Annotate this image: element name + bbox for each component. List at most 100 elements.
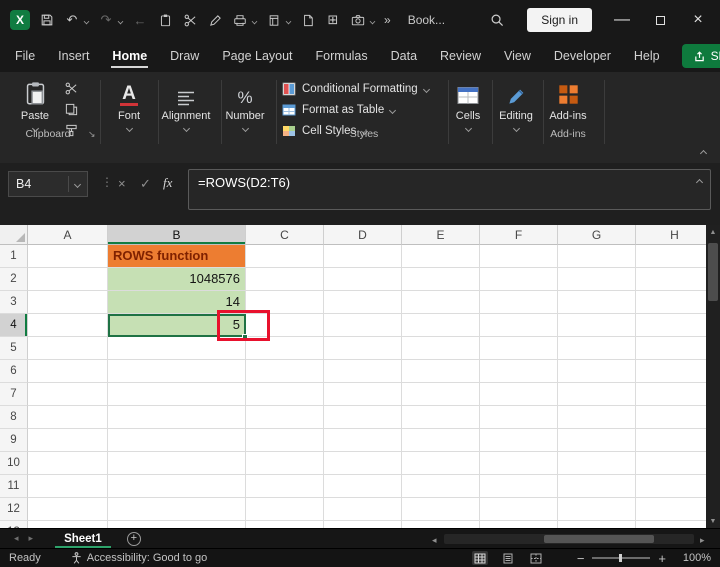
cell-G12[interactable]	[558, 498, 636, 521]
row-header-4[interactable]: 4	[0, 314, 28, 337]
cell-A11[interactable]	[28, 475, 108, 498]
column-header-C[interactable]: C	[246, 225, 324, 245]
zoom-level[interactable]: 100%	[679, 552, 711, 564]
cancel-entry-icon[interactable]: ×	[118, 176, 126, 191]
menu-tab-file[interactable]: File	[14, 42, 36, 70]
cell-F3[interactable]	[480, 291, 558, 314]
cell-G13[interactable]	[558, 521, 636, 528]
cell-F12[interactable]	[480, 498, 558, 521]
page-layout-view-icon[interactable]	[500, 551, 516, 565]
cell-F13[interactable]	[480, 521, 558, 528]
cell-C9[interactable]	[246, 429, 324, 452]
row-header-9[interactable]: 9	[0, 429, 28, 452]
new-sheet-button[interactable]: +	[126, 531, 141, 546]
close-button[interactable]: ×	[690, 12, 706, 28]
cell-H1[interactable]	[636, 245, 706, 268]
cell-H11[interactable]	[636, 475, 706, 498]
column-header-E[interactable]: E	[402, 225, 480, 245]
row-header-7[interactable]: 7	[0, 383, 28, 406]
search-icon[interactable]	[489, 12, 505, 28]
cell-F2[interactable]	[480, 268, 558, 291]
formula-input[interactable]: =ROWS(D2:T6)	[188, 169, 711, 210]
qat-overflow-icon[interactable]: »	[384, 13, 391, 27]
menu-tab-data[interactable]: Data	[390, 42, 418, 70]
cell-D6[interactable]	[324, 360, 402, 383]
cell-G4[interactable]	[558, 314, 636, 337]
cell-E6[interactable]	[402, 360, 480, 383]
cell-F7[interactable]	[480, 383, 558, 406]
cell-A9[interactable]	[28, 429, 108, 452]
confirm-entry-icon[interactable]: ✓	[140, 176, 151, 192]
cell-D13[interactable]	[324, 521, 402, 528]
cell-E3[interactable]	[402, 291, 480, 314]
cell-D3[interactable]	[324, 291, 402, 314]
cell-H8[interactable]	[636, 406, 706, 429]
copy-button-icon[interactable]	[64, 102, 79, 117]
cell-A13[interactable]	[28, 521, 108, 528]
cell-B11[interactable]	[108, 475, 246, 498]
page-setup-icon[interactable]	[266, 12, 282, 28]
font-dropdown-icon[interactable]	[125, 124, 133, 133]
cell-C7[interactable]	[246, 383, 324, 406]
cell-B13[interactable]	[108, 521, 246, 528]
cell-G8[interactable]	[558, 406, 636, 429]
cell-A4[interactable]	[28, 314, 108, 337]
cell-G7[interactable]	[558, 383, 636, 406]
editing-dropdown-icon[interactable]	[512, 124, 520, 133]
cell-G1[interactable]	[558, 245, 636, 268]
page-break-preview-icon[interactable]	[528, 551, 544, 565]
cell-D10[interactable]	[324, 452, 402, 475]
cell-C5[interactable]	[246, 337, 324, 360]
undo-dropdown-icon[interactable]	[83, 18, 90, 24]
alignment-dropdown-icon[interactable]	[182, 124, 190, 133]
cell-B2[interactable]: 1048576	[108, 268, 246, 291]
zoom-in-icon[interactable]: +	[658, 552, 666, 565]
column-header-F[interactable]: F	[480, 225, 558, 245]
cell-E8[interactable]	[402, 406, 480, 429]
undo-icon[interactable]: ↶	[64, 12, 80, 28]
cell-A2[interactable]	[28, 268, 108, 291]
cell-A1[interactable]	[28, 245, 108, 268]
cell-E7[interactable]	[402, 383, 480, 406]
column-header-H[interactable]: H	[636, 225, 706, 245]
hscroll-right-icon[interactable]: ▸	[700, 535, 705, 546]
row-header-5[interactable]: 5	[0, 337, 28, 360]
sign-in-button[interactable]: Sign in	[527, 8, 592, 32]
row-header-1[interactable]: 1	[0, 245, 28, 268]
scroll-up-icon[interactable]: ▲	[706, 225, 720, 239]
cell-G2[interactable]	[558, 268, 636, 291]
cell-H6[interactable]	[636, 360, 706, 383]
cell-B3[interactable]: 14	[108, 291, 246, 314]
cell-G6[interactable]	[558, 360, 636, 383]
cell-D12[interactable]	[324, 498, 402, 521]
cell-E5[interactable]	[402, 337, 480, 360]
cell-F9[interactable]	[480, 429, 558, 452]
cell-C2[interactable]	[246, 268, 324, 291]
number-button[interactable]: % Number	[218, 77, 272, 143]
cell-B12[interactable]	[108, 498, 246, 521]
cell-A10[interactable]	[28, 452, 108, 475]
minimize-button[interactable]: —	[614, 11, 630, 28]
share-button[interactable]: Share	[681, 44, 720, 68]
cell-D8[interactable]	[324, 406, 402, 429]
cell-B7[interactable]	[108, 383, 246, 406]
cell-B8[interactable]	[108, 406, 246, 429]
cell-E1[interactable]	[402, 245, 480, 268]
menu-tab-draw[interactable]: Draw	[169, 42, 200, 70]
sheet-tab-sheet1[interactable]: Sheet1	[51, 529, 115, 548]
cell-F10[interactable]	[480, 452, 558, 475]
normal-view-icon[interactable]	[471, 551, 488, 565]
insert-grid-icon[interactable]: ⊞	[325, 12, 341, 28]
cut-button-icon[interactable]	[64, 81, 79, 96]
clipboard-icon[interactable]	[157, 12, 173, 28]
cut-icon[interactable]	[182, 12, 198, 28]
column-header-D[interactable]: D	[324, 225, 402, 245]
cell-E10[interactable]	[402, 452, 480, 475]
cell-D7[interactable]	[324, 383, 402, 406]
camera-icon[interactable]	[350, 12, 366, 28]
cell-G11[interactable]	[558, 475, 636, 498]
horizontal-scrollbar-thumb[interactable]	[544, 535, 654, 543]
zoom-out-icon[interactable]: −	[577, 552, 585, 565]
excel-logo-icon[interactable]: X	[10, 10, 30, 30]
cell-C4[interactable]	[246, 314, 324, 337]
